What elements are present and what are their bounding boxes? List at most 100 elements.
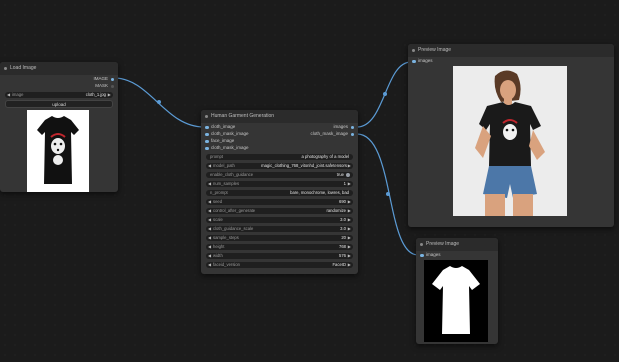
node-title[interactable]: Preview Image xyxy=(416,238,498,251)
slot-dot[interactable] xyxy=(205,139,209,143)
input-cloth-mask-2-slot[interactable]: cloth_mask_image xyxy=(205,145,249,151)
widget-value: 690 xyxy=(339,199,346,204)
slot-dot[interactable] xyxy=(420,253,424,257)
widget-value: 3.0 xyxy=(340,226,346,231)
left-arrow-icon[interactable]: ◀ xyxy=(208,217,211,223)
slot-dot[interactable] xyxy=(350,125,354,129)
toggle-icon[interactable] xyxy=(346,173,350,177)
load-image-node[interactable]: Load Image IMAGE MASK ◀ image cloth_1.jp… xyxy=(0,62,118,192)
slot-label: images xyxy=(333,124,348,129)
slot-label: MASK xyxy=(95,83,108,88)
collapse-dot-icon[interactable] xyxy=(205,115,208,118)
wire-midpoint-2[interactable] xyxy=(383,92,387,96)
right-arrow-icon[interactable]: ▶ xyxy=(348,199,351,205)
left-arrow-icon[interactable]: ◀ xyxy=(208,262,211,268)
node-title-label: Preview Image xyxy=(426,241,460,247)
right-arrow-icon[interactable]: ▶ xyxy=(108,92,111,98)
cloth-guidance-scale-widget[interactable]: ◀ cloth_guidance_scale 3.0 ▶ xyxy=(206,226,353,232)
output-cloth-mask-slot[interactable]: cloth_mask_image xyxy=(310,131,354,137)
model-path-widget[interactable]: ◀ model_path magic_clothing_768_vitonhd_jo… xyxy=(206,163,353,169)
control-after-generate-widget[interactable]: ◀ control_after_generate randomize ▶ xyxy=(206,208,353,214)
upload-button[interactable]: upload xyxy=(5,100,113,108)
slot-label: cloth_mask_image xyxy=(310,131,348,136)
prompt-widget[interactable]: prompt a photography of a model xyxy=(206,154,353,160)
loaded-image-preview xyxy=(27,110,89,192)
right-arrow-icon[interactable]: ▶ xyxy=(348,244,351,250)
n-prompt-widget[interactable]: n_prompt bare, monochrome, lowres, bad xyxy=(206,190,353,196)
slot-label: images xyxy=(426,252,441,257)
widget-value: magic_clothing_768_vitonhd_joint.safeten… xyxy=(261,163,347,168)
left-arrow-icon[interactable]: ◀ xyxy=(208,199,211,205)
widget-label: enable_cloth_guidance xyxy=(210,172,254,177)
widget-label: model_path xyxy=(213,163,235,168)
node-title-label: Human Garment Generation xyxy=(211,113,275,119)
left-arrow-icon[interactable]: ◀ xyxy=(7,92,10,98)
widget-value: 576 xyxy=(339,253,346,258)
preview-image-node-2[interactable]: Preview Image images xyxy=(416,238,498,344)
right-arrow-icon[interactable]: ▶ xyxy=(348,253,351,259)
right-arrow-icon[interactable]: ▶ xyxy=(348,163,351,169)
wire-midpoint-1[interactable] xyxy=(157,100,161,104)
left-arrow-icon[interactable]: ◀ xyxy=(208,253,211,259)
widget-label: height xyxy=(213,244,225,249)
faceid-version-widget[interactable]: ◀ faceid_version FaceID ▶ xyxy=(206,262,353,268)
input-cloth-image-slot[interactable]: cloth_image xyxy=(205,124,235,130)
collapse-dot-icon[interactable] xyxy=(4,67,7,70)
output-image-slot[interactable]: IMAGE xyxy=(93,76,114,82)
input-cloth-mask-slot[interactable]: cloth_mask_image xyxy=(205,131,249,137)
left-arrow-icon[interactable]: ◀ xyxy=(208,226,211,232)
widget-label: scale xyxy=(213,217,223,222)
left-arrow-icon[interactable]: ◀ xyxy=(208,244,211,250)
right-arrow-icon[interactable]: ▶ xyxy=(348,226,351,232)
left-arrow-icon[interactable]: ◀ xyxy=(208,181,211,187)
width-widget[interactable]: ◀ width 576 ▶ xyxy=(206,253,353,259)
tshirt-image xyxy=(37,116,79,184)
left-arrow-icon[interactable]: ◀ xyxy=(208,163,211,169)
slot-dot[interactable] xyxy=(110,77,114,81)
height-widget[interactable]: ◀ height 768 ▶ xyxy=(206,244,353,250)
output-mask-slot[interactable]: MASK xyxy=(95,83,114,89)
garment-generation-node[interactable]: Human Garment Generation cloth_image clo… xyxy=(201,110,358,274)
scale-widget[interactable]: ◀ scale 3.0 ▶ xyxy=(206,217,353,223)
node-title[interactable]: Load Image xyxy=(0,62,118,75)
slot-dot[interactable] xyxy=(205,146,209,150)
mask-shape xyxy=(432,266,480,334)
left-arrow-icon[interactable]: ◀ xyxy=(208,208,211,214)
widget-value: true xyxy=(336,172,344,177)
collapse-dot-icon[interactable] xyxy=(412,49,415,52)
preview-image-node-1[interactable]: Preview Image images xyxy=(408,44,614,227)
right-arrow-icon[interactable]: ▶ xyxy=(348,208,351,214)
slot-dot[interactable] xyxy=(205,132,209,136)
collapse-dot-icon[interactable] xyxy=(420,243,423,246)
right-arrow-icon[interactable]: ▶ xyxy=(348,217,351,223)
output-images-slot[interactable]: images xyxy=(333,124,354,130)
right-arrow-icon[interactable]: ▶ xyxy=(348,181,351,187)
left-arrow-icon[interactable]: ◀ xyxy=(208,235,211,241)
cloth-mask-image xyxy=(424,260,488,342)
input-images-slot[interactable]: images xyxy=(420,252,441,258)
node-title[interactable]: Human Garment Generation xyxy=(201,110,358,123)
wire-image-to-cloth-image xyxy=(113,77,205,128)
node-title-label: Preview Image xyxy=(418,47,452,53)
slot-label: face_image xyxy=(211,138,235,143)
enable-cloth-guidance-toggle[interactable]: enable_cloth_guidance true xyxy=(206,172,353,178)
node-title[interactable]: Preview Image xyxy=(408,44,614,57)
widget-value: 3.0 xyxy=(340,217,346,222)
sample-steps-widget[interactable]: ◀ sample_steps 20 ▶ xyxy=(206,235,353,241)
slot-dot[interactable] xyxy=(205,125,209,129)
node-title-label: Load Image xyxy=(10,65,37,71)
seed-widget[interactable]: ◀ seed 690 ▶ xyxy=(206,199,353,205)
widget-label: seed xyxy=(213,199,223,204)
input-images-slot[interactable]: images xyxy=(412,58,433,64)
slot-dot[interactable] xyxy=(412,59,416,63)
slot-dot[interactable] xyxy=(110,84,114,88)
num-samples-widget[interactable]: ◀ num_samples 1 ▶ xyxy=(206,181,353,187)
right-arrow-icon[interactable]: ▶ xyxy=(348,235,351,241)
input-face-image-slot[interactable]: face_image xyxy=(205,138,234,144)
slot-dot[interactable] xyxy=(350,132,354,136)
image-combo[interactable]: ◀ image cloth_1.jpg ▶ xyxy=(5,92,113,98)
slot-label: cloth_mask_image xyxy=(211,131,249,136)
wire-midpoint-3[interactable] xyxy=(386,192,390,196)
right-arrow-icon[interactable]: ▶ xyxy=(348,262,351,268)
widget-value: bare, monochrome, lowres, bad xyxy=(290,190,349,195)
